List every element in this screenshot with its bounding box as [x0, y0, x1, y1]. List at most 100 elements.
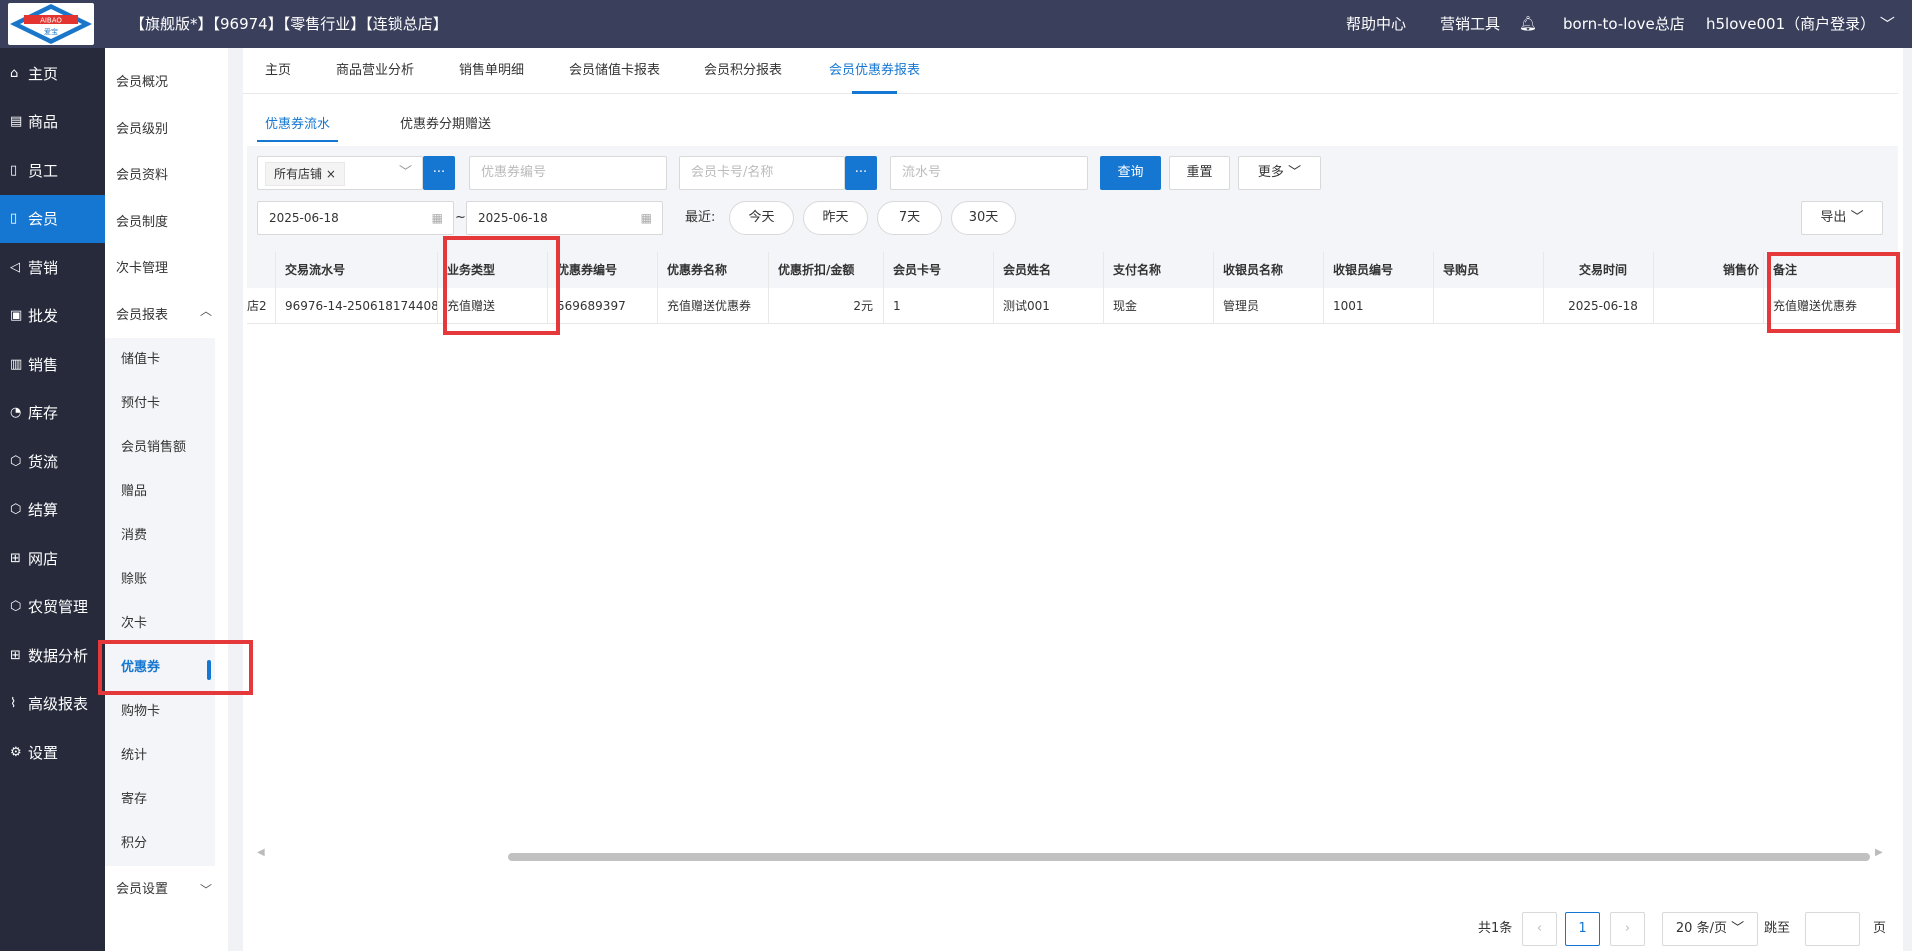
tab-1[interactable]: 商品营业分析 — [336, 48, 414, 94]
subnav-item-3[interactable]: 会员制度 — [105, 201, 228, 245]
tab-0[interactable]: 主页 — [265, 48, 291, 94]
report-item-label: 会员销售额 — [121, 440, 187, 455]
subtab-coupon-installment[interactable]: 优惠券分期赠送 — [400, 110, 491, 140]
next-page-icon[interactable]: › — [1610, 912, 1645, 946]
page-1-button[interactable]: 1 — [1565, 912, 1600, 946]
member-picker-button[interactable]: ··· — [845, 156, 877, 190]
sidebar-item-11[interactable]: ⬡ 农贸管理 — [0, 583, 105, 631]
yesterday-button[interactable]: 昨天 — [803, 201, 868, 235]
scroll-right-icon[interactable]: ▶ — [1875, 847, 1883, 858]
sidebar-item-13[interactable]: ⌇ 高级报表 — [0, 680, 105, 728]
reset-button[interactable]: 重置 — [1169, 156, 1230, 190]
subnav-item-4[interactable]: 次卡管理 — [105, 247, 228, 291]
sidebar-item-12[interactable]: ⊞ 数据分析 — [0, 631, 105, 679]
report-item-9[interactable]: 统计 — [105, 734, 215, 778]
sidebar-item-label: 商品 — [28, 113, 59, 131]
subnav-item-1[interactable]: 会员级别 — [105, 108, 228, 152]
member-input[interactable]: 会员卡号/名称 — [679, 156, 845, 190]
query-button[interactable]: 查询 — [1100, 156, 1161, 190]
date-from-input[interactable]: 2025-06-18 ▦ — [257, 201, 454, 235]
report-item-3[interactable]: 赠品 — [105, 470, 215, 514]
calendar-icon: ▦ — [431, 211, 443, 225]
sidebar-item-6[interactable]: ▥ 销售 — [0, 340, 105, 388]
sidebar-item-label: 会员 — [28, 210, 59, 228]
jump-page-input[interactable] — [1805, 912, 1860, 946]
tab-5[interactable]: 会员优惠券报表 — [829, 48, 920, 94]
sidebar-item-label: 结算 — [28, 501, 59, 519]
prev-page-icon[interactable]: ‹ — [1522, 912, 1557, 946]
date-separator: ~ — [455, 210, 466, 225]
export-button[interactable]: 导出 ﹀ — [1801, 201, 1883, 235]
inventory-icon: ◔ — [10, 405, 22, 420]
table-header-5: 优惠折扣/金额 — [769, 252, 884, 288]
sidebar-item-label: 营销 — [28, 258, 59, 277]
scroll-left-icon[interactable]: ◀ — [257, 847, 265, 858]
report-item-0[interactable]: 储值卡 — [105, 338, 215, 382]
report-item-4[interactable]: 消费 — [105, 514, 215, 558]
member-settings-item[interactable]: 会员设置 ﹀ — [105, 868, 228, 912]
table-cell-10: 1001 — [1324, 288, 1434, 324]
date-to-input[interactable]: 2025-06-18 ▦ — [466, 201, 663, 235]
sidebar-item-5[interactable]: ▣ 批发 — [0, 292, 105, 340]
report-item-label: 购物卡 — [121, 704, 161, 719]
report-item-2[interactable]: 会员销售额 — [105, 426, 215, 470]
table-cell-6: 1 — [884, 288, 994, 324]
sidebar-item-2[interactable]: ▯ 员工 — [0, 146, 105, 194]
aibao-logo[interactable]: AIBAO 爱宝 — [8, 3, 94, 45]
subnav-item-2[interactable]: 会员资料 — [105, 154, 228, 198]
page-size-select[interactable]: 20 条/页 ﹀ — [1662, 912, 1758, 946]
logo-text: AIBAO — [40, 17, 62, 25]
table-cell-7: 测试001 — [994, 288, 1104, 324]
marketing-tools-link[interactable]: 营销工具 — [1440, 0, 1500, 48]
close-icon[interactable]: × — [326, 167, 336, 181]
sidebar-item-14[interactable]: ⚙ 设置 — [0, 728, 105, 776]
sidebar-item-label: 主页 — [28, 64, 59, 83]
coupon-number-input[interactable]: 优惠券编号 — [469, 156, 667, 190]
sidebar-item-label: 高级报表 — [28, 695, 89, 713]
serial-number-input[interactable]: 流水号 — [890, 156, 1088, 190]
tab-4[interactable]: 会员积分报表 — [704, 48, 782, 94]
subnav-item-0[interactable]: 会员概况 — [105, 61, 228, 105]
sidebar-item-10[interactable]: ⊞ 网店 — [0, 534, 105, 582]
table-cell-1: 96976-14-2506181744089241 — [276, 288, 438, 324]
last-30-days-button[interactable]: 30天 — [951, 201, 1016, 235]
table-header-9: 收银员名称 — [1214, 252, 1324, 288]
table-cell-5: 2元 — [769, 288, 884, 324]
today-button[interactable]: 今天 — [729, 201, 794, 235]
report-item-5[interactable]: 赊账 — [105, 558, 215, 602]
sidebar-item-4[interactable]: ◁ 营销 — [0, 243, 105, 291]
subtab-coupon-flow[interactable]: 优惠券流水 — [257, 110, 339, 142]
sidebar-item-1[interactable]: ▤ 商品 — [0, 98, 105, 146]
gift-icon: ⊞ — [10, 550, 21, 566]
member-subnav: 会员概况 会员级别 会员资料 会员制度 次卡管理 会员报表 ︿ 储值卡 预付卡 会员销售额 赠品 消费… — [105, 48, 228, 951]
report-item-label: 消费 — [121, 528, 148, 543]
report-item-1[interactable]: 预付卡 — [105, 382, 215, 426]
sidebar-item-3[interactable]: ▯ 会员 — [0, 194, 105, 243]
sidebar-item-label: 批发 — [28, 307, 59, 325]
total-count: 共1条 — [1478, 921, 1513, 936]
tab-3[interactable]: 会员储值卡报表 — [569, 48, 660, 94]
report-item-11[interactable]: 积分 — [105, 822, 215, 866]
last-7-days-button[interactable]: 7天 — [877, 201, 942, 235]
user-menu[interactable]: h5love001（商户登录） ﹀ — [1706, 0, 1895, 48]
jump-label: 跳至 — [1764, 921, 1791, 936]
bell-icon[interactable]: 🔔︎ — [1519, 0, 1537, 48]
sidebar-item-8[interactable]: ⬡ 货流 — [0, 437, 105, 485]
store-select[interactable]: 所有店铺 × ﹀ — [257, 156, 423, 190]
report-item-8[interactable]: 购物卡 — [105, 690, 215, 734]
sidebar-item-9[interactable]: ⬡ 结算 — [0, 486, 105, 534]
store-picker-button[interactable]: ··· — [423, 156, 455, 190]
logo-sub: 爱宝 — [44, 27, 58, 36]
horizontal-scrollbar[interactable] — [508, 853, 1870, 861]
megaphone-icon: ◁ — [10, 259, 20, 275]
tab-2[interactable]: 销售单明细 — [459, 48, 524, 94]
farm-icon: ⬡ — [10, 599, 22, 614]
sidebar-item-7[interactable]: ◔ 库存 — [0, 389, 105, 437]
settings-icon: ⚙ — [10, 744, 22, 760]
more-button[interactable]: 更多 ﹀ — [1238, 156, 1321, 190]
help-center-link[interactable]: 帮助中心 — [1346, 0, 1406, 48]
report-item-10[interactable]: 寄存 — [105, 778, 215, 822]
chevron-down-icon: ﹀ — [1731, 921, 1745, 936]
store-name[interactable]: born-to-love总店 — [1563, 0, 1685, 48]
sidebar-item-0[interactable]: ⌂ 主页 — [0, 49, 105, 97]
